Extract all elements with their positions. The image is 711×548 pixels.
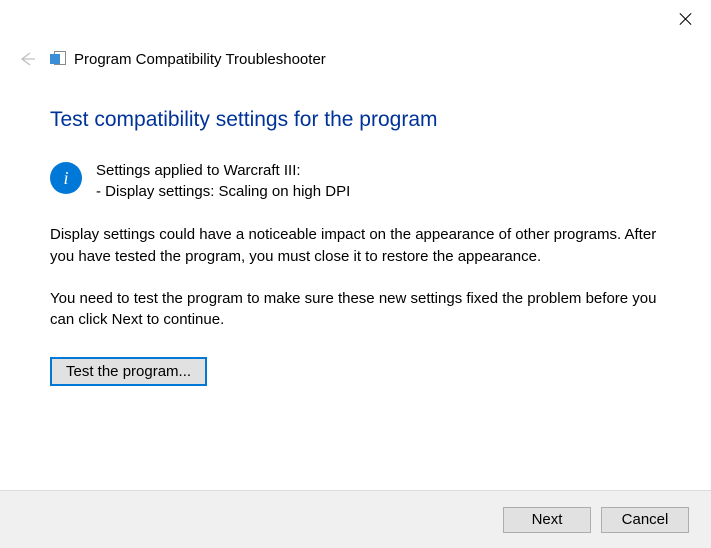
settings-detail-line: - Display settings: Scaling on high DPI (96, 181, 350, 202)
info-icon: i (50, 162, 82, 194)
display-warning-text: Display settings could have a noticeable… (50, 224, 661, 268)
info-text: Settings applied to Warcraft III: - Disp… (96, 160, 350, 202)
settings-applied-line: Settings applied to Warcraft III: (96, 160, 350, 181)
test-program-button[interactable]: Test the program... (50, 357, 207, 386)
info-row: i Settings applied to Warcraft III: - Di… (50, 160, 661, 202)
next-button[interactable]: Next (503, 507, 591, 533)
close-icon[interactable] (679, 12, 693, 26)
back-arrow-icon (12, 44, 42, 74)
window-title: Program Compatibility Troubleshooter (74, 51, 326, 68)
footer: Next Cancel (0, 490, 711, 548)
header: Program Compatibility Troubleshooter (0, 44, 711, 74)
cancel-button[interactable]: Cancel (601, 507, 689, 533)
page-heading: Test compatibility settings for the prog… (50, 108, 661, 132)
test-instruction-text: You need to test the program to make sur… (50, 288, 661, 332)
main-content: Test compatibility settings for the prog… (50, 108, 661, 386)
program-compat-icon (50, 51, 66, 67)
